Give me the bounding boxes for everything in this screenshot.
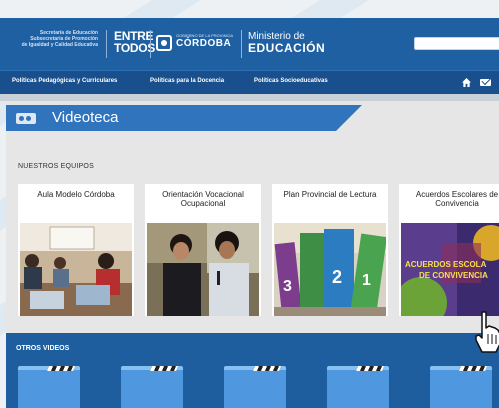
book-number: 3	[283, 278, 292, 295]
classroom-photo	[20, 223, 132, 316]
video-thumbnail[interactable]	[18, 366, 80, 408]
cordoba-seal-icon	[156, 35, 172, 51]
card-thumbnail[interactable]: 3 2 1	[274, 223, 386, 316]
subnav-bar	[0, 94, 499, 101]
hand-pointer-icon	[475, 311, 499, 353]
card-orientacion-vocacional[interactable]: Orientación Vocacional Ocupacional	[145, 184, 261, 316]
home-icon[interactable]	[462, 78, 471, 87]
card-title[interactable]: Acuerdos Escolares de Convivencia	[399, 190, 499, 208]
card-thumbnail[interactable]	[147, 223, 259, 316]
page-title-band: Videoteca	[6, 105, 362, 131]
card-plan-lectura[interactable]: Plan Provincial de Lectura 3 2 1	[272, 184, 388, 316]
card-thumbnail[interactable]	[20, 223, 132, 316]
card-aula-modelo[interactable]: Aula Modelo Córdoba	[18, 184, 134, 316]
banner-text: ACUERDOS ESCOLA	[405, 260, 487, 269]
students-photo	[147, 223, 259, 316]
search-input[interactable]	[414, 37, 499, 50]
video-thumbnail[interactable]	[430, 366, 492, 408]
otros-videos-section: OTROS VIDEOS	[6, 333, 499, 408]
mail-icon[interactable]	[480, 79, 491, 86]
card-title[interactable]: Orientación Vocacional Ocupacional	[145, 190, 261, 208]
books-photo: 3 2 1	[274, 223, 386, 316]
page: Secretaría de Educación Subsecretaría de…	[0, 14, 499, 408]
nav-item-politicas-docencia[interactable]: Políticas para la Docencia	[150, 78, 224, 84]
entre-todos-logo[interactable]: ENTRE TODOS	[114, 30, 155, 54]
header-divider	[241, 30, 242, 58]
header-divider	[150, 30, 151, 58]
video-thumbnail[interactable]	[327, 366, 389, 408]
secretaria-logo-text[interactable]: Secretaría de Educación Subsecretaría de…	[12, 30, 98, 48]
card-title[interactable]: Plan Provincial de Lectura	[272, 190, 388, 199]
page-title: Videoteca	[52, 109, 119, 126]
header-divider	[106, 30, 107, 58]
cordoba-logo[interactable]: CÓRDOBA	[176, 38, 231, 49]
card-thumbnail[interactable]: ACUERDOS ESCOLA DE CONVIVENCIA	[401, 223, 499, 316]
site-header: Secretaría de Educación Subsecretaría de…	[0, 18, 499, 70]
card-title[interactable]: Aula Modelo Córdoba	[18, 190, 134, 199]
nav-item-politicas-pedagogicas[interactable]: Políticas Pedagógicas y Curriculares	[12, 78, 117, 84]
main-content: Videoteca NUESTROS EQUIPOS Aula Modelo C…	[6, 101, 499, 408]
ministerio-logo[interactable]: EDUCACIÓN	[248, 41, 325, 55]
book-number: 1	[362, 272, 371, 289]
main-nav: Políticas Pedagógicas y Curriculares Pol…	[0, 70, 499, 94]
section-heading-equipos: NUESTROS EQUIPOS	[18, 163, 94, 170]
nav-item-politicas-socioeducativas[interactable]: Políticas Socioeducativas	[254, 78, 328, 84]
section-heading-otros: OTROS VIDEOS	[16, 345, 70, 352]
convivencia-banner: ACUERDOS ESCOLA DE CONVIVENCIA	[401, 223, 499, 316]
video-camera-icon	[16, 113, 36, 124]
card-acuerdos-convivencia[interactable]: Acuerdos Escolares de Convivencia ACUERD…	[399, 184, 499, 316]
banner-text: DE CONVIVENCIA	[419, 271, 488, 280]
video-thumbnail[interactable]	[224, 366, 286, 408]
video-thumbnail[interactable]	[121, 366, 183, 408]
book-number: 2	[332, 267, 342, 287]
